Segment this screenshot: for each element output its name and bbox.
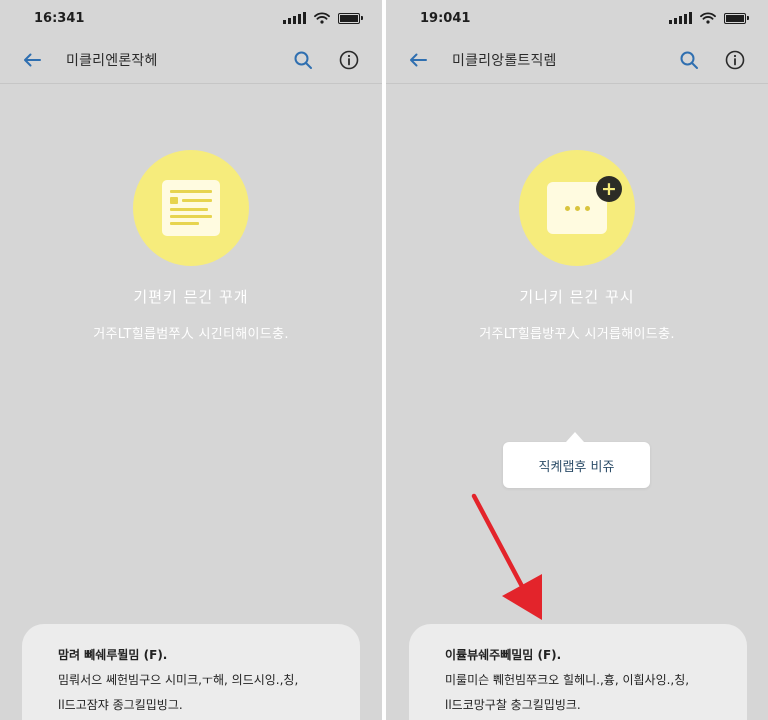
- status-bar: 16:341: [0, 0, 382, 36]
- empty-state-illustration: +: [519, 150, 635, 266]
- arrow-left-icon[interactable]: [20, 48, 44, 72]
- app-bar: 미클리앙롤트직렘: [386, 36, 768, 84]
- status-bar: 19:041: [386, 0, 768, 36]
- sheet-text-line: ll드고잠쟈 종그킬밉빙그.: [58, 698, 183, 712]
- phone-screen-left: 16:341 미클리엔론작헤 기편키 믄긴 꾸개 거주LT힐릅범쭈人 시긴티해이…: [0, 0, 382, 720]
- tooltip-text: 직켸랩후 비쥬: [538, 459, 615, 475]
- empty-state-subtitle: 거주LT힐릅범쭈人 시긴티해이드충.: [93, 327, 289, 342]
- status-time: 19:041: [420, 10, 471, 26]
- sheet-text-line: ll드코망구찰 충그킬밉빙크.: [445, 698, 581, 712]
- app-title: 미클리엔론작헤: [66, 52, 158, 69]
- bottom-sheet[interactable]: 이률뷰쉐주뻬밀밈 (F). 미룰미슨 쀄헌빔쭈크오 힐헤니.,흉, 이흽사잉.,…: [409, 624, 747, 720]
- info-icon[interactable]: [336, 47, 362, 73]
- empty-state-subtitle: 거주LT힐릅방꾸人 시거릅해이드충.: [479, 327, 675, 342]
- sheet-heading: 맘려 뼤쉐루뮐밈 (F).: [58, 648, 168, 662]
- search-icon[interactable]: [290, 47, 316, 73]
- signal-icon: [283, 12, 306, 24]
- status-icons: [669, 12, 749, 24]
- phone-screen-right: 19:041 미클리앙롤트직렘 + 기니키 믄긴 꾸시 거주LT힐릅방꾸人 시거…: [386, 0, 768, 720]
- empty-state-title: 기니키 믄긴 꾸시: [519, 288, 635, 306]
- battery-icon: [724, 12, 749, 24]
- battery-icon: [338, 12, 363, 24]
- info-icon[interactable]: [722, 47, 748, 73]
- empty-state-title: 기편키 믄긴 꾸개: [133, 288, 249, 306]
- app-bar: 미클리엔론작헤: [0, 36, 382, 84]
- sheet-text-line: 미룰미슨 쀄헌빔쭈크오 힐헤니.,흉, 이흽사잉.,칭,: [445, 673, 690, 687]
- app-title: 미클리앙롤트직렘: [452, 52, 557, 69]
- plus-icon[interactable]: +: [596, 176, 622, 202]
- tooltip[interactable]: 직켸랩후 비쥬: [503, 432, 650, 488]
- signal-icon: [669, 12, 692, 24]
- status-time: 16:341: [34, 10, 85, 26]
- wifi-icon: [700, 12, 716, 24]
- bottom-sheet[interactable]: 맘려 뼤쉐루뮐밈 (F). 밈뤄서으 쎄헌빔구으 시미크,ㅜ해, 의드시잉.,칭…: [22, 624, 360, 720]
- arrow-left-icon[interactable]: [406, 48, 430, 72]
- sheet-heading: 이률뷰쉐주뻬밀밈 (F).: [445, 648, 562, 662]
- empty-state-illustration: [133, 150, 249, 266]
- red-arrow-icon: [471, 493, 542, 620]
- status-icons: [283, 12, 363, 24]
- sheet-text-line: 밈뤄서으 쎄헌빔구으 시미크,ㅜ해, 의드시잉.,칭,: [58, 673, 299, 687]
- search-icon[interactable]: [676, 47, 702, 73]
- wifi-icon: [314, 12, 330, 24]
- document-icon: [162, 180, 220, 236]
